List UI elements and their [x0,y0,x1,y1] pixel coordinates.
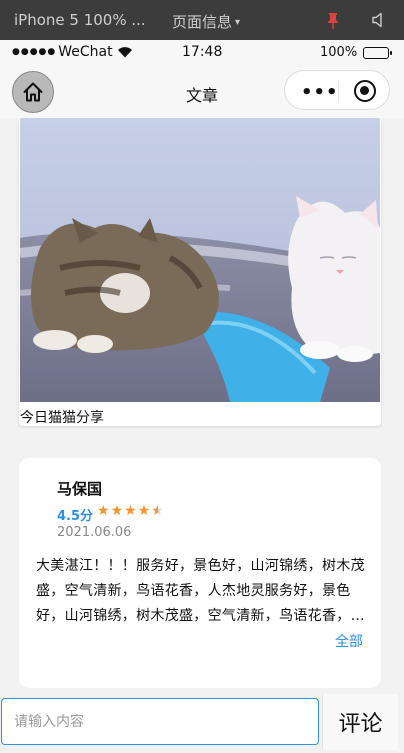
wifi-icon [117,47,132,58]
submit-comment-button[interactable]: 评论 [322,694,398,750]
carrier-group: ●●●●● WeChat [12,44,133,60]
post-card[interactable]: 今日猫猫分享 [19,118,381,426]
show-all-link[interactable]: 全部 [335,631,363,651]
battery-percent: 100% [320,45,358,60]
more-dots-icon[interactable]: ••• [301,82,339,103]
star-rating: ★ ★ ★ ★ ★ [97,503,165,519]
star-icon: ★ [97,503,110,519]
cat-photo [20,118,380,402]
half-star-icon: ★ [151,503,164,519]
star-icon: ★ [110,503,124,519]
carrier-name: WeChat [58,44,113,60]
page-info-label: 页面信息 [172,13,233,31]
navigation-bar: 文章 ••• [0,66,404,118]
devtools-toolbar: iPhone 5 100% ... 页面信息 ▾ [0,0,404,40]
page-info-dropdown[interactable]: 页面信息 ▾ [172,11,240,32]
capsule-close-icon[interactable] [354,80,376,102]
battery-icon [363,46,393,59]
comment-input[interactable] [1,698,319,745]
comment-input-bar: 评论 [0,694,404,753]
comment-date: 2021.06.06 [57,525,132,540]
content-area[interactable]: 今日猫猫分享 马保国 4.5分 ★ ★ ★ ★ ★ 2021.06.06 大美湛… [0,118,404,694]
comment-text: 大美湛江！！！服务好，景色好，山河锦绣，树木茂盛，空气清新，鸟语花香，人杰地灵服… [36,558,365,624]
caret-down-icon: ▾ [235,17,241,28]
battery-group: 100% [320,45,393,60]
star-icon: ★ [124,503,137,519]
status-time: 17:48 [182,44,223,60]
post-caption: 今日猫猫分享 [20,410,104,426]
star-icon: ★ [137,503,151,519]
comment-card: 马保国 4.5分 ★ ★ ★ ★ ★ 2021.06.06 大美湛江！！！服务好… [19,458,381,688]
device-selector[interactable]: iPhone 5 100% ... [14,11,146,29]
rating-score: 4.5分 [57,509,94,524]
signal-strength: ●●●●● [12,47,57,57]
speaker-mute-icon[interactable] [371,12,387,28]
pin-icon[interactable] [326,12,340,30]
capsule-divider [338,81,339,101]
commenter-name: 马保国 [57,480,103,498]
menu-capsule: ••• [284,70,390,110]
phone-status-bar: ●●●●● WeChat 17:48 100% [0,40,404,66]
comment-body: 大美湛江！！！服务好，景色好，山河锦绣，树木茂盛，空气清新，鸟语花香，人杰地灵服… [36,554,366,629]
